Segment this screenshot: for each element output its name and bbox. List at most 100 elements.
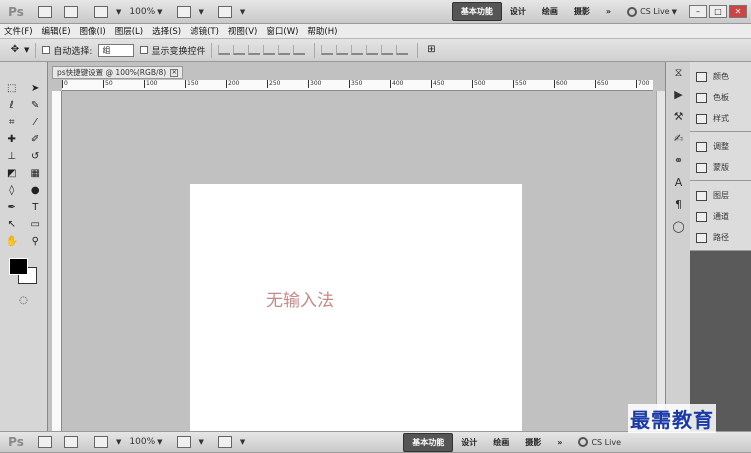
quick-select-tool-icon[interactable]: ✎ — [28, 100, 42, 112]
workspace-painting[interactable]: 绘画 — [485, 435, 517, 450]
distribute-left-icon[interactable] — [366, 45, 379, 55]
vertical-scrollbar[interactable] — [656, 91, 665, 431]
align-top-icon[interactable] — [218, 45, 231, 55]
panel-styles[interactable]: 样式 — [690, 108, 751, 129]
healing-brush-icon[interactable]: ✚ — [5, 134, 19, 146]
screen-mode-button[interactable]: ▼ — [212, 436, 245, 448]
paragraph-panel-icon[interactable]: ¶ — [666, 194, 691, 216]
blur-tool-icon[interactable]: ◊ — [5, 185, 19, 197]
document-canvas[interactable]: 无输入法 — [190, 184, 522, 431]
foreground-color[interactable] — [9, 258, 28, 275]
bridge-icon[interactable] — [38, 5, 52, 18]
zoom-tool-icon[interactable]: ⚲ — [28, 236, 42, 248]
brush-tool-icon[interactable]: ✐ — [28, 134, 42, 146]
align-right-icon[interactable] — [293, 45, 306, 55]
quick-mask-icon[interactable]: ◌ — [17, 295, 31, 307]
menu-window[interactable]: 窗口(W) — [266, 25, 298, 37]
distribute-right-icon[interactable] — [396, 45, 409, 55]
mini-bridge-icon[interactable] — [64, 436, 78, 448]
panel-paths[interactable]: 路径 — [690, 227, 751, 248]
crop-tool-icon[interactable]: ⌗ — [5, 117, 19, 129]
panel-masks[interactable]: 蒙版 — [690, 157, 751, 178]
gradient-tool-icon[interactable]: ▦ — [28, 168, 42, 180]
distribute-top-icon[interactable] — [321, 45, 334, 55]
zoom-level-dropdown[interactable]: 100% ▼ — [129, 7, 162, 17]
workspace-painting[interactable]: 绘画 — [534, 4, 566, 19]
panel-adjustments[interactable]: 调整 — [690, 136, 751, 157]
menu-select[interactable]: 选择(S) — [152, 25, 181, 37]
chevron-down-icon[interactable]: ▼ — [24, 46, 29, 54]
actions-panel-icon[interactable]: ▶ — [666, 84, 691, 106]
panel-layers[interactable]: 图层 — [690, 185, 751, 206]
mini-bridge-icon[interactable] — [64, 5, 78, 18]
zoom-level-dropdown[interactable]: 100% ▼ — [129, 437, 162, 447]
panel-adjustments-label: 调整 — [713, 142, 729, 151]
show-transform-checkbox[interactable] — [140, 46, 149, 54]
align-hcenter-icon[interactable] — [278, 45, 291, 55]
history-brush-icon[interactable]: ↺ — [28, 151, 42, 163]
character-panel-icon[interactable]: A — [666, 172, 691, 194]
align-left-icon[interactable] — [263, 45, 276, 55]
panel-color[interactable]: 颜色 — [690, 66, 751, 87]
type-tool-icon[interactable]: T — [28, 202, 42, 214]
maximize-button[interactable]: □ — [709, 5, 727, 18]
watermark: 最需教育 — [628, 404, 716, 433]
cs-live-button[interactable]: CS Live ▼ — [627, 6, 677, 17]
panel-swatches[interactable]: 色板 — [690, 87, 751, 108]
align-bottom-icon[interactable] — [248, 45, 261, 55]
view-extras-button[interactable]: ▼ — [88, 436, 121, 448]
collapsed-panel-dock: ⧖ ▶ ⚒ ✍ ⚭ A ¶ ◯ — [665, 62, 690, 431]
screen-mode-button[interactable]: ▼ — [212, 5, 245, 18]
more-workspaces-button[interactable]: » — [549, 436, 570, 449]
shape-tool-icon[interactable]: ▭ — [28, 219, 42, 231]
view-extras-button[interactable]: ▼ — [88, 5, 121, 18]
distribute-bottom-icon[interactable] — [351, 45, 364, 55]
marquee-tool-icon[interactable]: ⬚ — [5, 83, 19, 95]
menu-help[interactable]: 帮助(H) — [307, 25, 337, 37]
move-tool-preset-icon[interactable]: ✥ — [8, 44, 22, 56]
document-tab[interactable]: ps快捷键设置 @ 100%(RGB/8) ✕ — [52, 66, 184, 79]
arrange-documents-button[interactable]: ▼ — [171, 5, 204, 18]
distribute-hcenter-icon[interactable] — [381, 45, 394, 55]
bridge-icon[interactable] — [38, 436, 52, 448]
workspace-photography[interactable]: 摄影 — [566, 4, 598, 19]
menu-image[interactable]: 图像(I) — [80, 25, 106, 37]
pen-tool-icon[interactable]: ✒ — [5, 202, 19, 214]
auto-align-icon[interactable]: ⊞ — [424, 44, 438, 56]
menu-file[interactable]: 文件(F) — [4, 25, 33, 37]
auto-select-dropdown[interactable]: 组 — [98, 43, 135, 57]
menu-edit[interactable]: 编辑(E) — [42, 25, 71, 37]
arrange-documents-button[interactable]: ▼ — [171, 436, 204, 448]
lasso-tool-icon[interactable]: ℓ — [5, 100, 19, 112]
eyedropper-tool-icon[interactable]: ⁄ — [28, 117, 42, 129]
menu-filter[interactable]: 滤镜(T) — [190, 25, 219, 37]
ruler-tick-label: 150 — [185, 80, 199, 88]
menu-view[interactable]: 视图(V) — [228, 25, 257, 37]
clone-source-icon[interactable]: ⚭ — [666, 150, 691, 172]
panel-channels[interactable]: 通道 — [690, 206, 751, 227]
eraser-tool-icon[interactable]: ◩ — [5, 168, 19, 180]
clone-stamp-icon[interactable]: ⊥ — [5, 151, 19, 163]
hand-tool-icon[interactable]: ✋ — [5, 236, 19, 248]
path-select-tool-icon[interactable]: ↖ — [5, 219, 19, 231]
move-tool-icon[interactable]: ➤ — [28, 83, 42, 95]
close-icon[interactable]: ✕ — [170, 68, 179, 77]
workspace-design[interactable]: 设计 — [453, 435, 485, 450]
auto-select-checkbox[interactable] — [42, 46, 51, 54]
brush-panel-icon[interactable]: ✍ — [666, 128, 691, 150]
distribute-vcenter-icon[interactable] — [336, 45, 349, 55]
workspace-design[interactable]: 设计 — [502, 4, 534, 19]
close-button[interactable]: ✕ — [729, 5, 747, 18]
workspace-essentials[interactable]: 基本功能 — [451, 2, 502, 21]
align-vcenter-icon[interactable] — [233, 45, 246, 55]
workspace-photography[interactable]: 摄影 — [517, 435, 549, 450]
more-workspaces-button[interactable]: » — [598, 5, 619, 18]
menu-layer[interactable]: 图层(L) — [115, 25, 143, 37]
cs-live-button[interactable]: CS Live — [578, 437, 621, 447]
dodge-tool-icon[interactable]: ● — [28, 185, 42, 197]
notes-panel-icon[interactable]: ◯ — [666, 216, 691, 238]
minimize-button[interactable]: – — [689, 5, 707, 18]
history-panel-icon[interactable]: ⧖ — [666, 62, 691, 84]
workspace-essentials[interactable]: 基本功能 — [403, 432, 454, 452]
tool-presets-icon[interactable]: ⚒ — [666, 106, 691, 128]
